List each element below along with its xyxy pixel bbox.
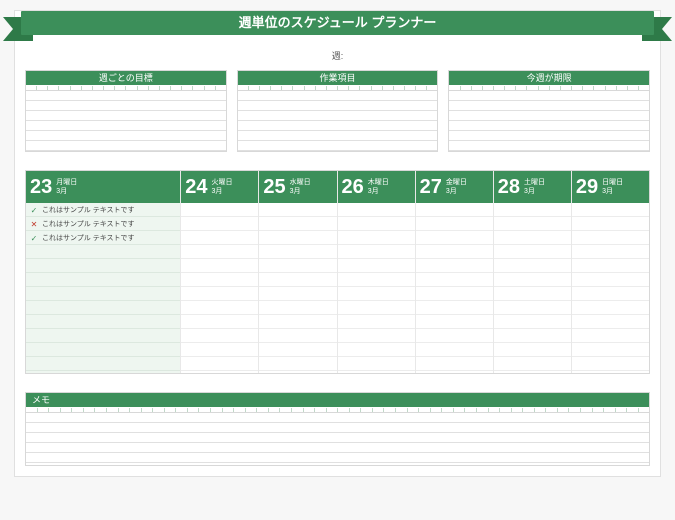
day-month: 3月 (446, 187, 467, 196)
day-month: 3月 (524, 187, 545, 196)
day-month: 3月 (212, 187, 233, 196)
day-of-week: 木曜日 (368, 178, 389, 187)
day-header: 23 月曜日 3月 (26, 171, 180, 203)
day-number: 28 (498, 177, 520, 197)
day-meta: 火曜日 3月 (212, 178, 233, 196)
day-body[interactable] (181, 203, 258, 373)
day-column-sun: 29 日曜日 3月 (572, 171, 649, 373)
day-column-sat: 28 土曜日 3月 (494, 171, 572, 373)
day-header: 24 火曜日 3月 (181, 171, 258, 203)
day-number: 29 (576, 177, 598, 197)
day-meta: 土曜日 3月 (524, 178, 545, 196)
day-month: 3月 (290, 187, 311, 196)
day-of-week: 水曜日 (290, 178, 311, 187)
memo-box: メモ (25, 392, 650, 466)
box-header: 今週が期限 (449, 71, 649, 85)
day-number: 27 (420, 177, 442, 197)
check-icon: ✓ (30, 234, 38, 243)
day-month: 3月 (368, 187, 389, 196)
day-header: 25 水曜日 3月 (259, 171, 336, 203)
day-meta: 金曜日 3月 (446, 178, 467, 196)
day-of-week: 火曜日 (212, 178, 233, 187)
day-column-thu: 26 木曜日 3月 (338, 171, 416, 373)
lined-area[interactable] (449, 91, 649, 151)
day-body[interactable] (338, 203, 415, 373)
cross-icon: ✕ (30, 220, 38, 229)
task-row: ✕ これはサンプル テキストです (26, 217, 180, 231)
week-label: 週: (25, 49, 650, 62)
day-column-wed: 25 水曜日 3月 (259, 171, 337, 373)
day-header: 28 土曜日 3月 (494, 171, 571, 203)
day-month: 3月 (56, 187, 77, 196)
task-text: これはサンプル テキストです (42, 205, 135, 215)
planner-page: 週単位のスケジュール プランナー 週: 週ごとの目標 作業項目 今週が期限 23… (14, 10, 661, 477)
top-row: 週ごとの目標 作業項目 今週が期限 (25, 70, 650, 152)
day-number: 26 (342, 177, 364, 197)
day-meta: 木曜日 3月 (368, 178, 389, 196)
day-column-fri: 27 金曜日 3月 (416, 171, 494, 373)
day-meta: 水曜日 3月 (290, 178, 311, 196)
task-row: ✓ これはサンプル テキストです (26, 231, 180, 245)
task-text: これはサンプル テキストです (42, 233, 135, 243)
box-header: 作業項目 (238, 71, 438, 85)
week-calendar: 23 月曜日 3月 ✓ これはサンプル テキストです ✕ これはサンプル テキス… (25, 170, 650, 374)
day-body[interactable] (572, 203, 649, 373)
day-header: 26 木曜日 3月 (338, 171, 415, 203)
lined-area[interactable] (26, 91, 226, 151)
day-month: 3月 (602, 187, 623, 196)
day-column-tue: 24 火曜日 3月 (181, 171, 259, 373)
title-ribbon: 週単位のスケジュール プランナー (3, 11, 672, 45)
lined-area[interactable] (238, 91, 438, 151)
day-body[interactable]: ✓ これはサンプル テキストです ✕ これはサンプル テキストです ✓ これはサ… (26, 203, 180, 373)
box-tasks: 作業項目 (237, 70, 439, 152)
day-column-mon: 23 月曜日 3月 ✓ これはサンプル テキストです ✕ これはサンプル テキス… (26, 171, 181, 373)
day-number: 23 (30, 177, 52, 197)
task-row: ✓ これはサンプル テキストです (26, 203, 180, 217)
lined-area[interactable] (26, 413, 649, 465)
box-weekly-goals: 週ごとの目標 (25, 70, 227, 152)
day-of-week: 日曜日 (602, 178, 623, 187)
day-meta: 月曜日 3月 (56, 178, 77, 196)
task-text: これはサンプル テキストです (42, 219, 135, 229)
day-header: 27 金曜日 3月 (416, 171, 493, 203)
box-due-this-week: 今週が期限 (448, 70, 650, 152)
day-header: 29 日曜日 3月 (572, 171, 649, 203)
box-header: 週ごとの目標 (26, 71, 226, 85)
day-of-week: 土曜日 (524, 178, 545, 187)
day-meta: 日曜日 3月 (602, 178, 623, 196)
day-number: 24 (185, 177, 207, 197)
day-body[interactable] (259, 203, 336, 373)
check-icon: ✓ (30, 206, 38, 215)
memo-header: メモ (26, 393, 649, 407)
day-of-week: 月曜日 (56, 178, 77, 187)
day-body[interactable] (494, 203, 571, 373)
page-title: 週単位のスケジュール プランナー (21, 11, 654, 35)
day-of-week: 金曜日 (446, 178, 467, 187)
day-body[interactable] (416, 203, 493, 373)
day-number: 25 (263, 177, 285, 197)
